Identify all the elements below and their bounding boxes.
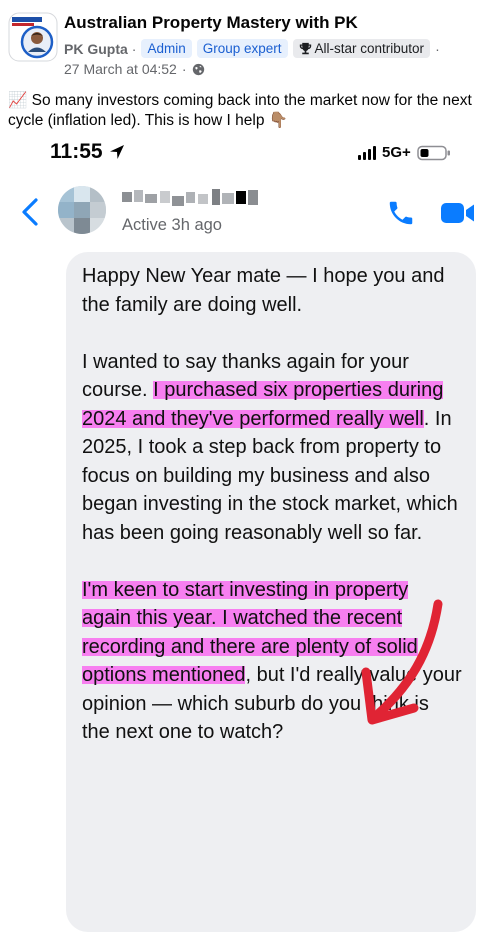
- separator-dot: ·: [181, 61, 187, 77]
- signal-icon: [358, 145, 376, 160]
- red-arrow-icon: [361, 599, 443, 725]
- location-arrow-icon: [109, 145, 124, 159]
- contact-avatar[interactable]: [58, 186, 106, 234]
- all-star-label: All-star contributor: [314, 41, 425, 56]
- status-time-text: 11:55: [50, 140, 103, 163]
- back-chevron-icon[interactable]: [20, 198, 40, 226]
- group-expert-badge: Group expert: [196, 39, 288, 58]
- contact-active-status: Active 3h ago: [122, 216, 222, 234]
- separator-dot: ·: [131, 40, 137, 57]
- battery-icon: [417, 145, 450, 160]
- post-date-row: 27 March at 04:52 ·: [64, 61, 205, 77]
- group-name[interactable]: Australian Property Mastery with PK: [64, 13, 358, 33]
- separator-dot: ·: [435, 40, 440, 57]
- status-bar-time: 11:55: [50, 140, 125, 164]
- contact-name-blurred: [122, 189, 258, 206]
- trophy-icon: [299, 42, 311, 55]
- message-paragraph-2: I wanted to say thanks again for your co…: [82, 348, 462, 548]
- author-name[interactable]: PK Gupta: [64, 41, 128, 57]
- globe-icon: [192, 63, 204, 75]
- message-paragraph-1: Happy New Year mate — I hope you and the…: [82, 265, 445, 316]
- post-date[interactable]: 27 March at 04:52: [64, 61, 177, 77]
- all-star-badge: All-star contributor: [292, 39, 431, 58]
- admin-badge: Admin: [141, 39, 192, 58]
- video-camera-icon[interactable]: [440, 200, 476, 226]
- post-text: 📈 So many investors coming back into the…: [8, 92, 472, 129]
- status-bar-right: 5G+: [358, 144, 451, 161]
- network-label: 5G+: [382, 144, 411, 161]
- author-meta-row: PK Gupta · Admin Group expert All-star c…: [64, 39, 440, 58]
- phone-icon[interactable]: [386, 198, 416, 228]
- group-avatar[interactable]: [8, 12, 58, 62]
